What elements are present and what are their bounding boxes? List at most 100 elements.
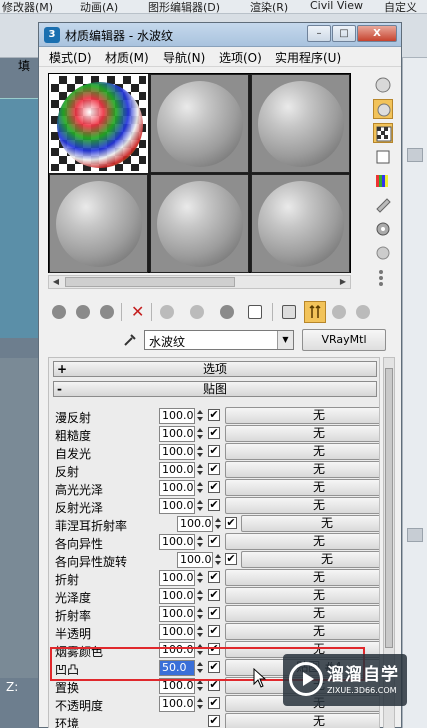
spinner-icon[interactable] — [196, 498, 203, 514]
rollout-maps-header[interactable]: - 贴图 — [53, 381, 377, 397]
menu-navigation[interactable]: 导航(N) — [163, 49, 205, 66]
rollout-options-header[interactable]: + 选项 — [53, 361, 377, 377]
host-menu-animation[interactable]: 动画(A) — [80, 0, 118, 15]
spinner-icon[interactable] — [196, 426, 203, 442]
material-id-channel-icon[interactable] — [216, 301, 238, 323]
map-amount[interactable]: 100.0 — [159, 498, 195, 514]
get-material-icon[interactable] — [48, 301, 70, 323]
material-type-button[interactable]: VRayMtl — [302, 329, 386, 351]
material-map-navigator-icon[interactable] — [373, 267, 393, 287]
host-menu-civil-view[interactable]: Civil View — [310, 0, 363, 12]
spinner-icon[interactable] — [196, 444, 203, 460]
map-slot-button[interactable]: 无 — [225, 569, 379, 586]
host-viewport[interactable]: Z: — [0, 58, 42, 728]
map-amount[interactable]: 100.0 — [159, 696, 195, 712]
eyedropper-icon[interactable] — [122, 332, 138, 348]
map-enabled-checkbox[interactable]: ✔ — [208, 481, 220, 493]
map-slot-button[interactable]: 无 — [225, 713, 379, 728]
material-name-field[interactable]: 水波纹 ▼ — [144, 330, 294, 350]
spinner-icon[interactable] — [214, 552, 221, 568]
spinner-icon[interactable] — [196, 588, 203, 604]
sample-slot[interactable] — [251, 174, 350, 273]
host-menu-graph-editors[interactable]: 图形编辑器(D) — [148, 0, 220, 15]
map-enabled-checkbox[interactable]: ✔ — [208, 535, 220, 547]
menu-modes[interactable]: 模式(D) — [49, 49, 92, 66]
map-enabled-checkbox[interactable]: ✔ — [208, 463, 220, 475]
scroll-thumb[interactable] — [385, 368, 393, 648]
scroll-thumb[interactable] — [65, 277, 235, 287]
map-amount[interactable]: 100.0 — [159, 480, 195, 496]
maximize-button[interactable]: □ — [332, 25, 356, 42]
host-menu-modifiers[interactable]: 修改器(M) — [2, 0, 53, 15]
make-unique-icon[interactable] — [156, 301, 178, 323]
spinner-icon[interactable] — [196, 534, 203, 550]
host-panel-button[interactable] — [407, 148, 423, 162]
map-amount[interactable]: 100.0 — [159, 570, 195, 586]
put-to-library-icon[interactable] — [186, 301, 208, 323]
spinner-icon[interactable] — [196, 480, 203, 496]
spinner-icon[interactable] — [196, 570, 203, 586]
backlight-icon[interactable] — [373, 99, 393, 119]
go-forward-to-sibling-icon[interactable] — [328, 301, 350, 323]
slots-horizontal-scrollbar[interactable]: ◀ ▶ — [48, 275, 351, 289]
show-shaded-material-icon[interactable] — [244, 301, 266, 323]
map-slot-button[interactable]: 无 — [241, 515, 379, 532]
map-enabled-checkbox[interactable]: ✔ — [208, 427, 220, 439]
map-enabled-checkbox[interactable]: ✔ — [208, 571, 220, 583]
dropdown-arrow-icon[interactable]: ▼ — [277, 331, 293, 349]
map-enabled-checkbox[interactable]: ✔ — [208, 409, 220, 421]
map-slot-button[interactable]: 无 — [225, 533, 379, 550]
title-bar[interactable]: 3 材质编辑器 - 水波纹 – □ X — [39, 23, 401, 47]
show-end-result-icon[interactable] — [278, 301, 300, 323]
map-amount[interactable]: 100.0 — [159, 588, 195, 604]
map-enabled-checkbox[interactable]: ✔ — [225, 553, 237, 565]
map-slot-button[interactable]: 无 — [225, 479, 379, 496]
sample-slot[interactable] — [150, 74, 249, 173]
map-slot-button[interactable]: 无 — [225, 443, 379, 460]
map-amount[interactable]: 100.0 — [159, 408, 195, 424]
put-to-scene-icon[interactable] — [72, 301, 94, 323]
spinner-icon[interactable] — [214, 516, 221, 532]
map-slot-button[interactable]: 无 — [225, 461, 379, 478]
map-amount[interactable]: 100.0 — [177, 516, 213, 532]
menu-utilities[interactable]: 实用程序(U) — [275, 49, 341, 66]
map-slot-button[interactable]: 无 — [225, 587, 379, 604]
map-slot-button[interactable]: 无 — [225, 407, 379, 424]
spinner-icon[interactable] — [196, 696, 203, 712]
map-slot-button[interactable]: 无 — [225, 425, 379, 442]
reset-map-delete-icon[interactable]: ✕ — [126, 301, 148, 323]
menu-options[interactable]: 选项(O) — [219, 49, 262, 66]
slots-scroll-up-icon[interactable] — [361, 73, 371, 89]
map-amount[interactable]: 100.0 — [159, 462, 195, 478]
map-amount[interactable]: 100.0 — [159, 444, 195, 460]
map-amount[interactable]: 100.0 — [177, 552, 213, 568]
minimize-button[interactable]: – — [307, 25, 331, 42]
host-menu-customize[interactable]: 自定义 — [384, 0, 417, 15]
map-enabled-checkbox[interactable]: ✔ — [208, 589, 220, 601]
map-slot-button[interactable]: 无 — [225, 497, 379, 514]
material-map-navigator-button-icon[interactable] — [352, 301, 374, 323]
sample-uv-icon[interactable] — [373, 147, 393, 167]
options-icon[interactable] — [373, 219, 393, 239]
background-checker-icon[interactable] — [373, 123, 393, 143]
map-enabled-checkbox[interactable]: ✔ — [208, 607, 220, 619]
sample-slot[interactable] — [49, 174, 148, 273]
sample-type-icon[interactable] — [373, 75, 393, 95]
spinner-icon[interactable] — [196, 462, 203, 478]
make-preview-icon[interactable] — [373, 195, 393, 215]
video-color-check-icon[interactable] — [373, 171, 393, 191]
map-enabled-checkbox[interactable]: ✔ — [208, 697, 220, 709]
sample-slot[interactable] — [251, 74, 350, 173]
select-by-material-icon[interactable] — [373, 243, 393, 263]
spinner-icon[interactable] — [196, 624, 203, 640]
map-amount[interactable]: 100.0 — [159, 624, 195, 640]
map-amount[interactable]: 100.0 — [159, 426, 195, 442]
menu-material[interactable]: 材质(M) — [105, 49, 149, 66]
map-enabled-checkbox[interactable]: ✔ — [208, 445, 220, 457]
map-enabled-checkbox[interactable]: ✔ — [208, 625, 220, 637]
map-slot-button[interactable]: 无 — [225, 623, 379, 640]
map-enabled-checkbox[interactable]: ✔ — [208, 715, 220, 727]
sample-slot-water[interactable] — [49, 74, 148, 173]
scroll-right-icon[interactable]: ▶ — [336, 276, 350, 288]
map-amount[interactable]: 100.0 — [159, 534, 195, 550]
